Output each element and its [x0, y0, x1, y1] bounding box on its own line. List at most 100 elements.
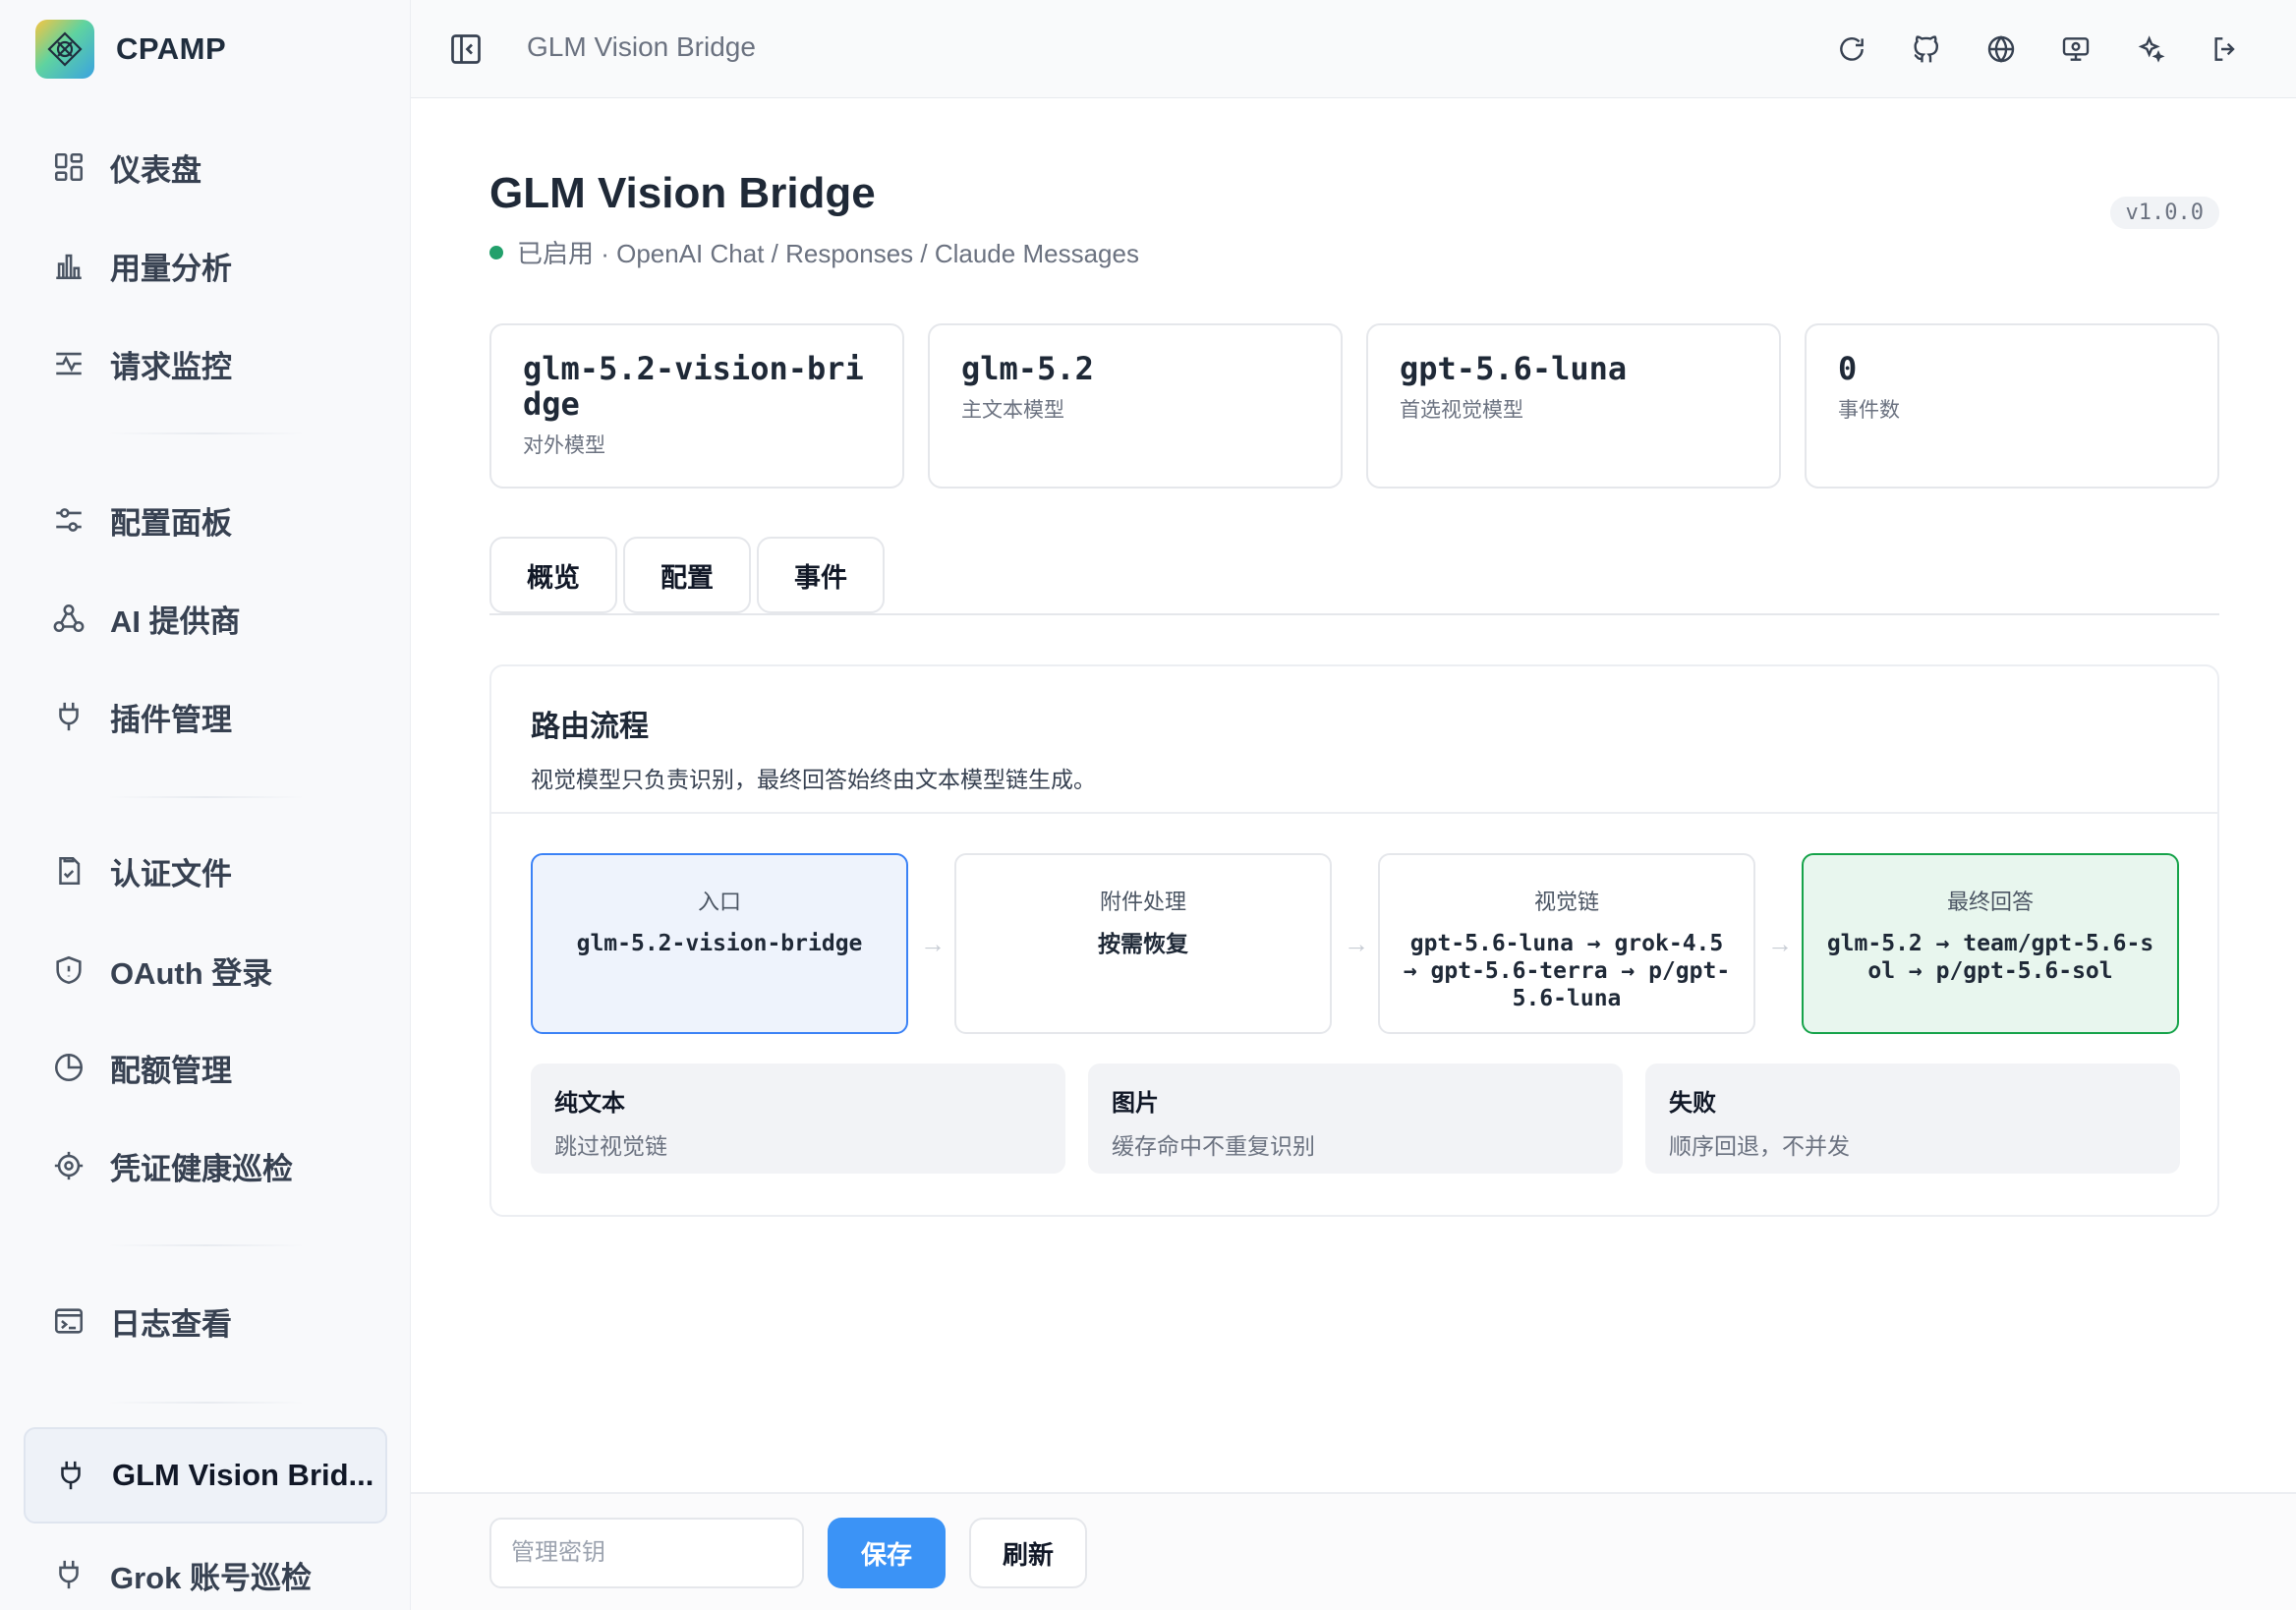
- route-flow-title: 路由流程: [531, 711, 649, 743]
- plug-icon: [49, 1555, 88, 1594]
- sidebar-item-credential-health[interactable]: 凭证健康巡检: [24, 1119, 387, 1213]
- route-flow-panel: 路由流程 视觉模型只负责识别，最终回答始终由文本模型链生成。 入口 glm-5.…: [489, 664, 2219, 1217]
- note-title: 图片: [1112, 1090, 1159, 1117]
- terminal-icon: [49, 1301, 88, 1341]
- sidebar: CPAMP 仪表盘 用量分析 请求监控 配置面板 AI 提供商 插件管理 认证文…: [0, 0, 411, 1610]
- nav-divider: [108, 1244, 305, 1246]
- flow-step-label: 最终回答: [1946, 890, 2034, 914]
- sparkles-icon[interactable]: [2129, 28, 2172, 71]
- tab-config[interactable]: 配置: [623, 537, 751, 613]
- activity-icon: [49, 344, 88, 383]
- nav-divider: [108, 432, 305, 434]
- stat-card-main-text-model: glm-5.2 主文本模型: [928, 323, 1343, 489]
- app-name: CPAMP: [116, 31, 227, 66]
- sidebar-item-label: GLM Vision Brid...: [112, 1458, 374, 1492]
- save-button[interactable]: 保存: [828, 1518, 946, 1588]
- version-badge: v1.0.0: [2109, 197, 2219, 229]
- app-logo: [35, 20, 94, 79]
- top-header: GLM Vision Bridge: [411, 0, 2296, 98]
- route-flow-header: 路由流程 视觉模型只负责识别，最终回答始终由文本模型链生成。: [491, 666, 2217, 814]
- sidebar-item-quota[interactable]: 配额管理: [24, 1020, 387, 1115]
- sidebar-toggle-icon[interactable]: [446, 29, 486, 69]
- sliders-icon: [49, 500, 88, 540]
- note-desc: 跳过视觉链: [554, 1133, 667, 1159]
- sidebar-item-auth-files[interactable]: 认证文件: [24, 824, 387, 918]
- globe-icon[interactable]: [1980, 28, 2023, 71]
- stat-value: 0: [1838, 350, 1858, 387]
- note-desc: 缓存命中不重复识别: [1112, 1133, 1315, 1159]
- flow-step-vision-chain: 视觉链 gpt-5.6-luna → grok-4.5 → gpt-5.6-te…: [1378, 853, 1755, 1034]
- bar-chart-icon: [49, 246, 88, 285]
- flow-step-value: glm-5.2-vision-bridge: [576, 931, 863, 956]
- sidebar-item-label: OAuth 登录: [110, 955, 273, 991]
- sidebar-item-config[interactable]: 配置面板: [24, 473, 387, 567]
- dashboard-icon: [49, 147, 88, 187]
- status-text: 已启用 · OpenAI Chat / Responses / Claude M…: [517, 239, 1139, 268]
- sidebar-item-dashboard[interactable]: 仪表盘: [24, 120, 387, 214]
- sidebar-item-monitor[interactable]: 请求监控: [24, 316, 387, 411]
- flow-step-label: 视觉链: [1533, 890, 1599, 914]
- admin-key-input[interactable]: [489, 1518, 804, 1588]
- note-failure: 失败 顺序回退，不并发: [1645, 1064, 2180, 1174]
- status-dot: [489, 245, 503, 259]
- logout-icon[interactable]: [2204, 28, 2247, 71]
- sidebar-item-plugins[interactable]: 插件管理: [24, 669, 387, 764]
- refresh-icon[interactable]: [1830, 28, 1873, 71]
- sidebar-item-glm-vision-bridge[interactable]: GLM Vision Brid...: [24, 1427, 387, 1524]
- sidebar-item-label: 请求监控: [110, 349, 232, 384]
- header-title: GLM Vision Bridge: [527, 31, 756, 62]
- shield-icon: [49, 950, 88, 990]
- sidebar-item-label: AI 提供商: [110, 604, 241, 639]
- flow-step-attachment: 附件处理 按需恢复: [954, 853, 1332, 1034]
- plug-icon: [51, 1456, 90, 1495]
- stat-card-vision-model: gpt-5.6-luna 首选视觉模型: [1366, 323, 1781, 489]
- sidebar-item-oauth[interactable]: OAuth 登录: [24, 923, 387, 1017]
- arrow-right-icon: →: [920, 928, 946, 958]
- nav-divider: [108, 1402, 305, 1404]
- sidebar-item-label: 仪表盘: [110, 152, 201, 188]
- flow-step-final-answer: 最终回答 glm-5.2 → team/gpt-5.6-sol → p/gpt-…: [1802, 853, 2179, 1034]
- file-check-icon: [49, 851, 88, 891]
- page-title: GLM Vision Bridge: [489, 169, 876, 217]
- flow-step-label: 入口: [697, 890, 741, 914]
- tab-overview[interactable]: 概览: [489, 537, 617, 613]
- sidebar-item-usage[interactable]: 用量分析: [24, 218, 387, 313]
- sidebar-item-grok-check[interactable]: Grok 账号巡检: [24, 1527, 387, 1610]
- note-desc: 顺序回退，不并发: [1669, 1133, 1850, 1159]
- sidebar-item-label: 配置面板: [110, 505, 232, 541]
- sidebar-item-providers[interactable]: AI 提供商: [24, 571, 387, 665]
- github-icon[interactable]: [1905, 28, 1948, 71]
- plug-icon: [49, 697, 88, 736]
- stat-value: glm-5.2: [961, 350, 1094, 387]
- sidebar-item-label: Grok 账号巡检: [110, 1560, 312, 1595]
- crosshair-icon: [49, 1146, 88, 1185]
- nav-divider: [108, 796, 305, 798]
- action-bar: 保存 刷新: [411, 1492, 2296, 1610]
- pie-chart-icon: [49, 1048, 88, 1087]
- stat-label: 事件数: [1838, 399, 1900, 422]
- main-content: GLM Vision Bridge 已启用 · OpenAI Chat / Re…: [411, 98, 2296, 1492]
- monitor-icon[interactable]: [2054, 28, 2097, 71]
- sidebar-item-label: 认证文件: [110, 856, 232, 891]
- sidebar-item-label: 配额管理: [110, 1053, 232, 1088]
- tab-events[interactable]: 事件: [757, 537, 885, 613]
- flow-step-value: gpt-5.6-luna → grok-4.5 → gpt-5.6-terra …: [1403, 931, 1731, 1011]
- stat-value: gpt-5.6-luna: [1400, 350, 1628, 387]
- arrow-right-icon: →: [1767, 928, 1793, 958]
- note-plain-text: 纯文本 跳过视觉链: [531, 1064, 1065, 1174]
- status-line: 已启用 · OpenAI Chat / Responses / Claude M…: [489, 234, 1139, 270]
- network-icon: [49, 599, 88, 638]
- note-title: 纯文本: [554, 1090, 625, 1117]
- tabs-divider: [489, 613, 2219, 615]
- brand[interactable]: CPAMP: [35, 20, 226, 79]
- flow-step-value: glm-5.2 → team/gpt-5.6-sol → p/gpt-5.6-s…: [1826, 931, 2154, 984]
- refresh-button[interactable]: 刷新: [969, 1518, 1087, 1588]
- sidebar-item-label: 插件管理: [110, 702, 232, 737]
- flow-step-value: 按需恢复: [1098, 931, 1188, 956]
- sidebar-item-label: 凭证健康巡检: [110, 1151, 293, 1186]
- sidebar-item-logs[interactable]: 日志查看: [24, 1274, 387, 1368]
- stat-value: glm-5.2-vision-bridge: [523, 350, 864, 423]
- route-flow-desc: 视觉模型只负责识别，最终回答始终由文本模型链生成。: [531, 767, 1096, 792]
- stat-label: 主文本模型: [961, 399, 1064, 422]
- note-image: 图片 缓存命中不重复识别: [1088, 1064, 1623, 1174]
